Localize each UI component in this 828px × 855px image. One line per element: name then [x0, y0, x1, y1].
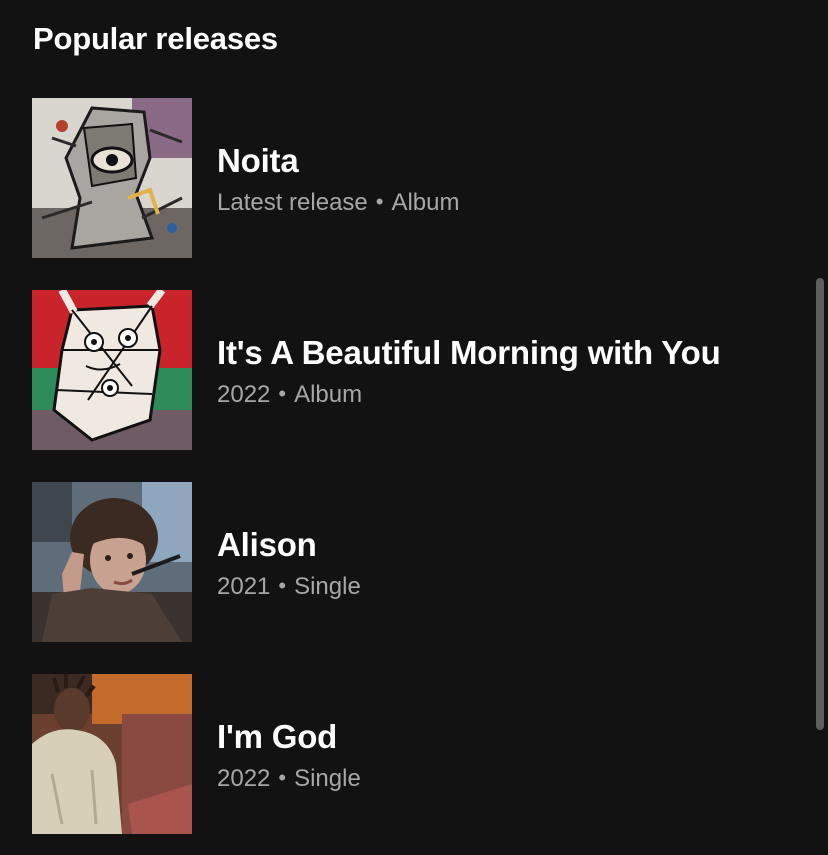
scrollbar[interactable] [816, 278, 824, 730]
album-cover-alison[interactable] [32, 482, 192, 642]
section-title: Popular releases [33, 21, 278, 56]
release-item-alison[interactable]: Alison 2021 • Single [0, 482, 810, 642]
release-item-im-god[interactable]: I'm God 2022 • Single [0, 674, 810, 834]
release-title[interactable]: Noita [217, 141, 299, 181]
release-meta: 2022 • Album [217, 380, 362, 410]
album-cover-noita[interactable] [32, 98, 192, 258]
release-meta: 2022 • Single [217, 764, 361, 794]
release-type: Single [294, 573, 361, 600]
album-cover-beautiful-morning[interactable] [32, 290, 192, 450]
release-type: Single [294, 765, 361, 792]
separator-dot: • [375, 189, 384, 214]
release-type: Album [294, 381, 363, 408]
release-title[interactable]: Alison [217, 525, 317, 565]
separator-dot: • [278, 573, 287, 598]
release-title[interactable]: It's A Beautiful Morning with You [217, 333, 721, 373]
release-type: Album [391, 189, 460, 216]
release-meta: Latest release • Album [217, 188, 460, 218]
album-cover-im-god[interactable] [32, 674, 192, 834]
separator-dot: • [278, 765, 287, 790]
separator-dot: • [278, 381, 287, 406]
release-year: Latest release [217, 189, 368, 216]
release-title[interactable]: I'm God [217, 717, 337, 757]
popular-releases-section: Popular releases Noita Latest release • … [0, 0, 828, 855]
release-year: 2022 [217, 765, 271, 792]
release-year: 2021 [217, 573, 271, 600]
release-year: 2022 [217, 381, 271, 408]
release-meta: 2021 • Single [217, 572, 361, 602]
release-item-beautiful-morning[interactable]: It's A Beautiful Morning with You 2022 • A… [0, 290, 810, 450]
release-item-noita[interactable]: Noita Latest release • Album [0, 98, 810, 258]
